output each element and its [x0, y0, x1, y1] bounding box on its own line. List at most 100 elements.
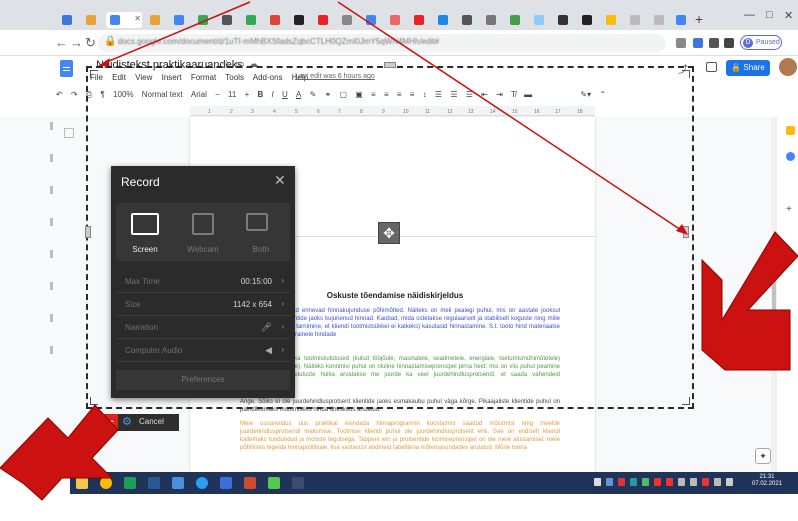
docs-logo-icon[interactable]: [60, 60, 73, 77]
browser-tab[interactable]: [434, 12, 456, 28]
browser-tab[interactable]: [266, 12, 288, 28]
tray-icon[interactable]: [654, 478, 661, 486]
share-button[interactable]: 🔒 Share: [726, 60, 770, 76]
tray-icon[interactable]: [630, 478, 637, 486]
minimize-icon[interactable]: —: [744, 9, 755, 21]
add-addon-icon[interactable]: +: [786, 204, 792, 215]
browser-tab[interactable]: [482, 12, 504, 28]
maximize-icon[interactable]: □: [766, 9, 773, 21]
mode-both-button[interactable]: Both: [232, 203, 290, 261]
browser-tab[interactable]: [650, 12, 672, 28]
tab-close-icon[interactable]: ✕: [134, 14, 141, 23]
preferences-button[interactable]: Preferences: [116, 370, 290, 390]
keep-icon[interactable]: [786, 126, 795, 135]
gear-icon[interactable]: ⚙: [122, 415, 132, 428]
bookmark-star-icon[interactable]: [676, 38, 686, 48]
document-scrollbar[interactable]: [771, 117, 777, 472]
browser-tab[interactable]: [672, 12, 694, 28]
taskbar-clock[interactable]: 21:31 07.02.2021: [752, 474, 782, 488]
mode-webcam-button[interactable]: Webcam: [174, 203, 232, 261]
volume-icon[interactable]: [726, 478, 733, 486]
browser-tab[interactable]: [146, 12, 168, 28]
browser-tab[interactable]: [386, 12, 408, 28]
tray-icon[interactable]: [690, 478, 697, 486]
browser-tab[interactable]: [602, 12, 624, 28]
browser-tab-active[interactable]: ✕: [106, 12, 142, 28]
browser-tab[interactable]: [410, 12, 432, 28]
browser-tab[interactable]: [218, 12, 240, 28]
url-input[interactable]: 🔒 docs.google.com/document/d/1uTI-mMhBXS…: [98, 34, 666, 52]
browser-tab[interactable]: [58, 12, 80, 28]
resize-handle-bottom-right[interactable]: [682, 397, 690, 405]
redo-icon[interactable]: ↷: [71, 90, 78, 99]
browser-tab[interactable]: [338, 12, 360, 28]
browser-tab[interactable]: [242, 12, 264, 28]
chrome-icon[interactable]: [100, 477, 112, 489]
word-icon[interactable]: [148, 477, 160, 489]
new-tab-icon[interactable]: +: [695, 11, 703, 27]
extensions-puzzle-icon[interactable]: [724, 38, 734, 48]
browser-tab[interactable]: [82, 12, 104, 28]
resize-handle-top[interactable]: [384, 62, 396, 68]
paragraph-orange: Meie uusarendus uus praktikal esindada h…: [240, 421, 560, 451]
scrollbar-thumb[interactable]: [772, 272, 776, 322]
browser-tab[interactable]: [458, 12, 480, 28]
browser-tab[interactable]: [530, 12, 552, 28]
browser-tab[interactable]: [314, 12, 336, 28]
extension-icon[interactable]: [709, 38, 719, 48]
undo-icon[interactable]: ↶: [56, 90, 63, 99]
browser-tab[interactable]: [194, 12, 216, 28]
browser-tab[interactable]: [626, 12, 648, 28]
computer-audio-row[interactable]: Computer Audio ◀︎ ›: [116, 339, 290, 362]
mode-screen-button[interactable]: Screen: [116, 203, 174, 261]
outline-toggle-icon[interactable]: [64, 128, 74, 138]
screencast-icon[interactable]: [268, 477, 280, 489]
edge-icon[interactable]: [196, 477, 208, 489]
resize-handle-top-right[interactable]: [682, 70, 690, 78]
max-time-row[interactable]: Max Time 00:15:00 ›: [116, 270, 290, 293]
tray-icon[interactable]: [618, 478, 625, 486]
move-icon[interactable]: ✥: [378, 222, 400, 244]
resize-handle-bottom-left[interactable]: [90, 397, 98, 405]
size-row[interactable]: Size 1142 x 654 ›: [116, 293, 290, 316]
browser-tab[interactable]: [290, 12, 312, 28]
browser-tab[interactable]: [554, 12, 576, 28]
tray-icon[interactable]: [642, 478, 649, 486]
browser-tab[interactable]: [506, 12, 528, 28]
app-icon[interactable]: [292, 477, 304, 489]
comment-icon[interactable]: [706, 62, 717, 72]
reload-icon[interactable]: ↻: [85, 35, 96, 51]
excel-icon[interactable]: [124, 477, 136, 489]
explore-icon[interactable]: ✦: [755, 448, 771, 464]
skype-icon[interactable]: [172, 477, 184, 489]
user-avatar[interactable]: [779, 58, 797, 76]
tab-favicon-icon: [414, 15, 424, 25]
close-window-icon[interactable]: ✕: [784, 9, 793, 22]
tray-icon[interactable]: [702, 478, 709, 486]
back-icon[interactable]: ←: [55, 35, 68, 50]
tray-icon[interactable]: [714, 478, 721, 486]
both-icon: [246, 213, 268, 231]
resize-handle-right[interactable]: [683, 226, 689, 238]
tray-icon[interactable]: [666, 478, 673, 486]
file-explorer-icon[interactable]: [76, 477, 88, 489]
tray-icon[interactable]: [594, 478, 601, 486]
mode-label: Screen: [132, 245, 158, 254]
resize-handle-left[interactable]: [85, 226, 91, 238]
browser-tab[interactable]: [170, 12, 192, 28]
browser-tab[interactable]: [578, 12, 600, 28]
tray-icon[interactable]: [606, 478, 613, 486]
close-icon[interactable]: ✕: [274, 172, 286, 189]
narration-row[interactable]: Narration 🎤︎ ›: [116, 316, 290, 339]
tray-icon[interactable]: [678, 478, 685, 486]
extension-icon[interactable]: [693, 38, 703, 48]
tasks-icon[interactable]: [786, 152, 795, 161]
forward-icon[interactable]: →: [70, 35, 83, 50]
rec-button[interactable]: Rec: [95, 414, 118, 431]
browser-tab[interactable]: [362, 12, 384, 28]
resize-handle-top-left[interactable]: [90, 70, 98, 78]
cancel-button[interactable]: Cancel: [139, 417, 164, 426]
profile-paused-button[interactable]: D Paused: [740, 35, 782, 50]
app-icon[interactable]: [220, 477, 232, 489]
powerpoint-icon[interactable]: [244, 477, 256, 489]
